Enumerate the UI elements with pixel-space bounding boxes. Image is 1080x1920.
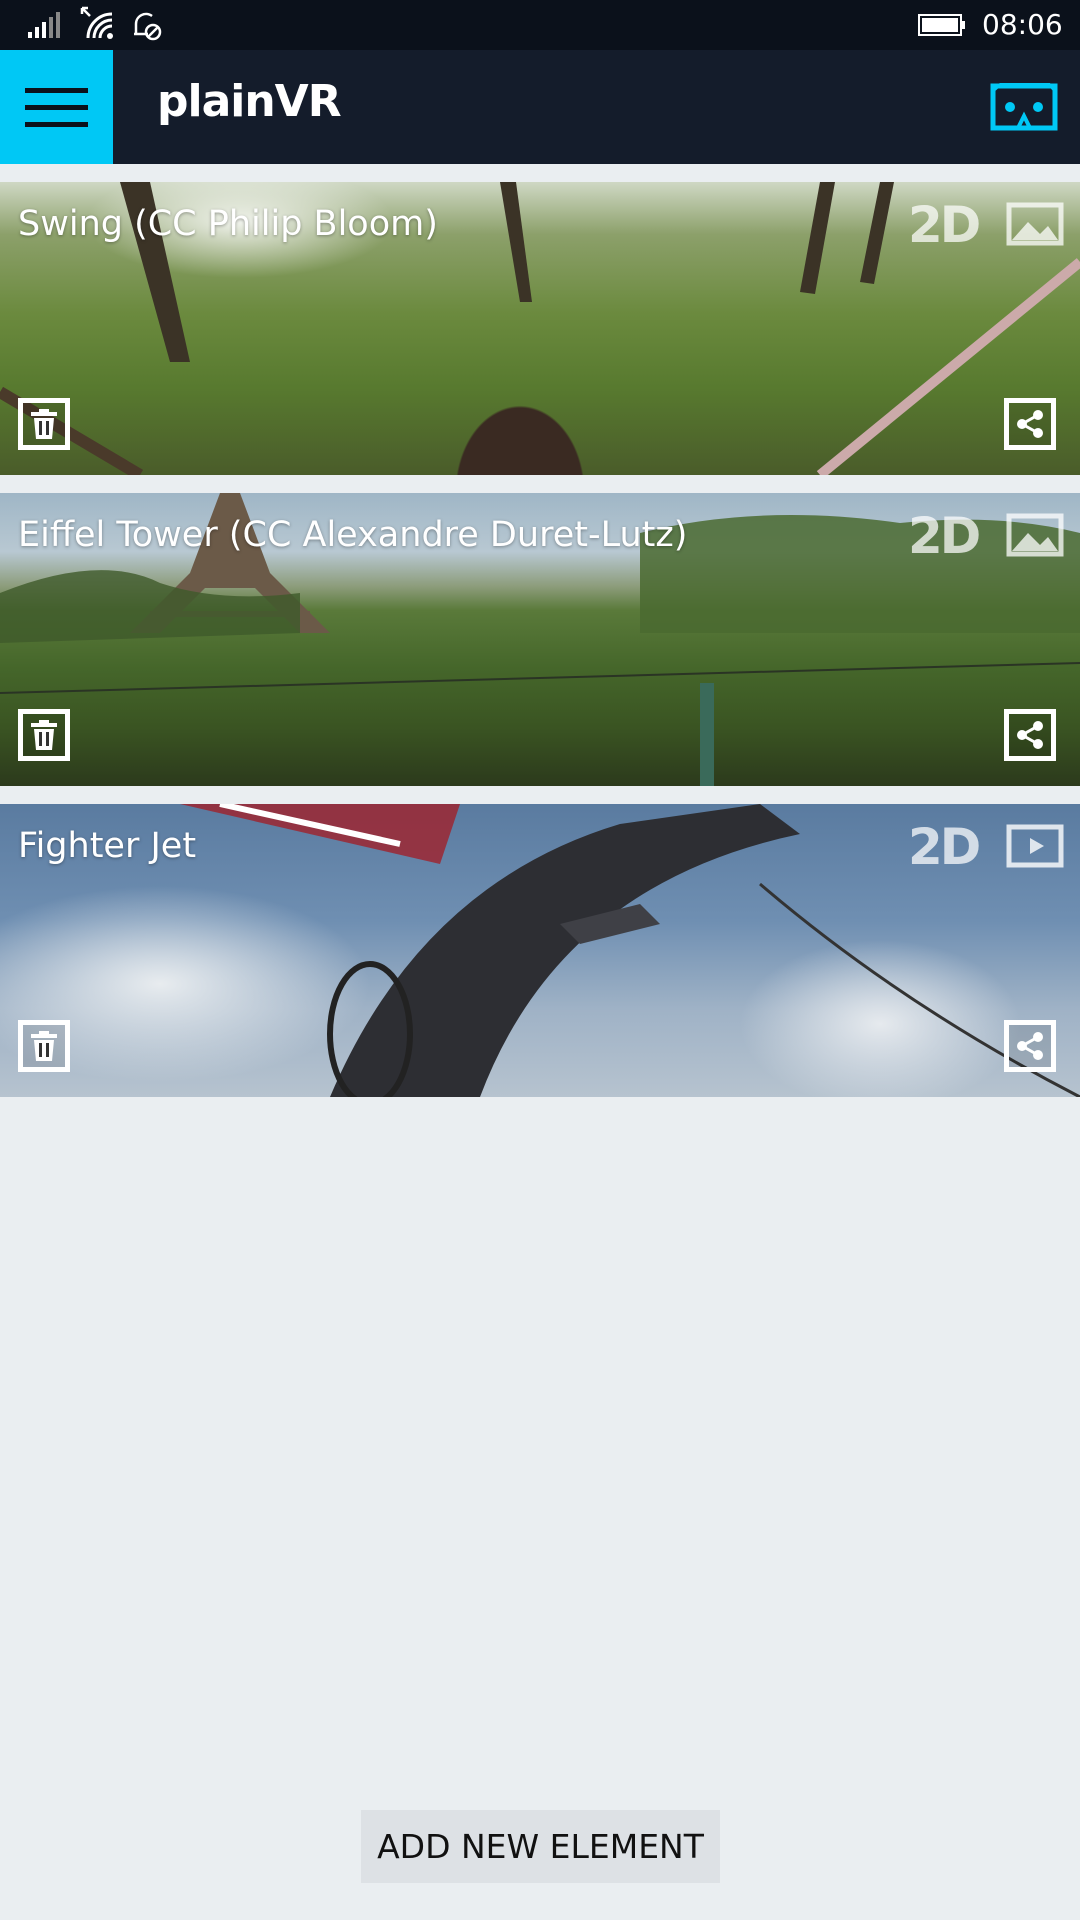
format-badge: 2D [908,507,981,565]
media-card-fighter-jet[interactable]: Fighter Jet 2D [0,804,1080,1097]
format-badge: 2D [908,818,981,876]
share-icon [1017,410,1043,438]
image-icon [1006,202,1064,246]
battery-icon [918,14,965,36]
add-new-element-button[interactable]: ADD NEW ELEMENT [361,1810,720,1883]
item-title: Eiffel Tower (CC Alexandre Duret-Lutz) [18,515,688,555]
hamburger-icon [25,88,88,93]
menu-button[interactable] [0,50,113,164]
trash-icon [31,720,57,750]
share-button[interactable] [1004,398,1056,450]
delete-button[interactable] [18,398,70,450]
share-button[interactable] [1004,709,1056,761]
app-header: plainVR [0,50,1080,164]
delete-button[interactable] [18,709,70,761]
hamburger-icon-line [25,122,88,127]
hamburger-icon-line [25,105,88,110]
media-card-swing[interactable]: Swing (CC Philip Bloom) 2D [0,182,1080,475]
vr-headset-icon[interactable] [990,83,1058,131]
signal-icon [28,12,60,38]
media-card-eiffel[interactable]: Eiffel Tower (CC Alexandre Duret-Lutz) 2… [0,493,1080,786]
item-title: Fighter Jet [18,826,197,866]
alarm-off-icon [134,12,162,41]
clock: 08:06 [982,8,1063,41]
status-bar: 08:06 [0,0,1080,50]
trash-icon [31,409,57,439]
image-icon [1006,513,1064,557]
app-title: plainVR [157,76,342,127]
video-icon [1006,824,1064,868]
format-badge: 2D [908,196,981,254]
item-title: Swing (CC Philip Bloom) [18,204,438,244]
share-button[interactable] [1004,1020,1056,1072]
share-icon [1017,1032,1043,1060]
delete-button[interactable] [18,1020,70,1072]
trash-icon [31,1031,57,1061]
wifi-icon [80,6,113,39]
share-icon [1017,721,1043,749]
